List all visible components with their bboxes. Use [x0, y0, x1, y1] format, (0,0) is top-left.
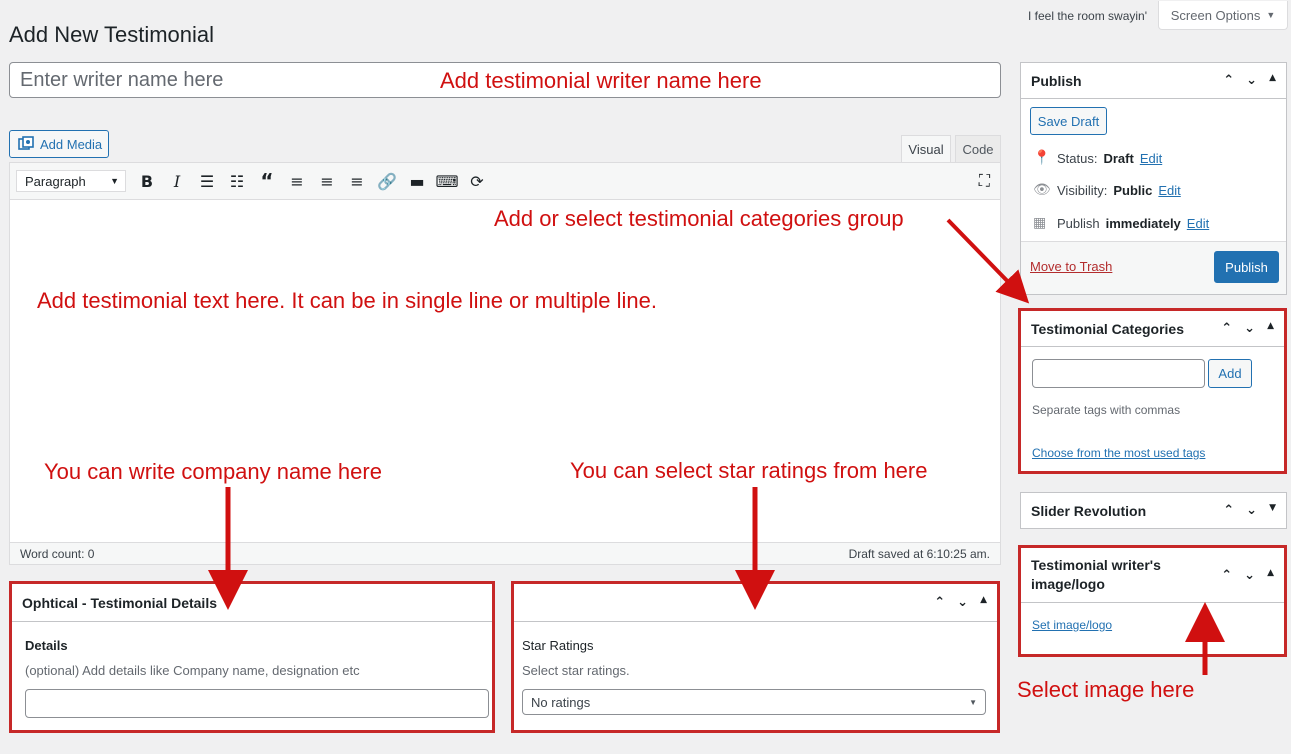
- annotation-arrows: [208, 218, 1225, 675]
- arrow-to-categories: [946, 218, 1030, 304]
